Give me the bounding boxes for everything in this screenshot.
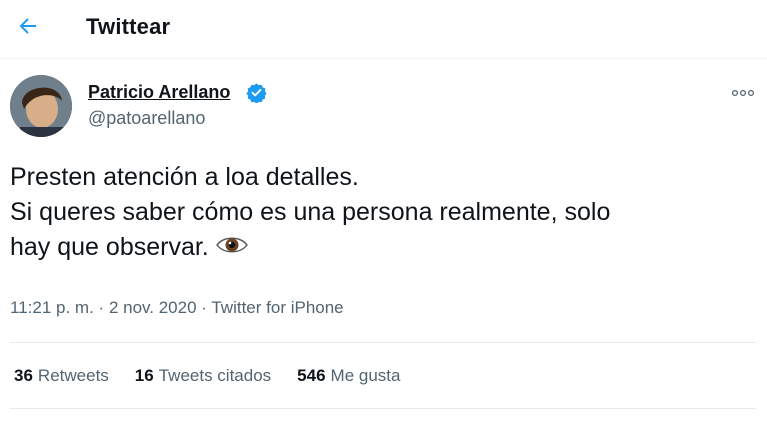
tweet-meta: 11:21 p. m. · 2 nov. 2020 · Twitter for … xyxy=(10,298,344,318)
tweet-line-2: Si queres saber cómo es una persona real… xyxy=(10,198,611,226)
author-handle[interactable]: @patoarellano xyxy=(88,108,205,129)
back-button[interactable] xyxy=(10,8,46,44)
likes-count: 546 xyxy=(297,366,326,385)
quotes-count: 16 xyxy=(134,366,154,385)
divider xyxy=(10,342,756,343)
avatar[interactable] xyxy=(10,75,72,137)
more-options-icon xyxy=(731,89,755,97)
meta-separator: · xyxy=(201,298,207,317)
tweet-source[interactable]: Twitter for iPhone xyxy=(211,298,343,317)
eye-emoji-icon xyxy=(215,231,249,266)
meta-separator: · xyxy=(98,298,105,317)
tweet-line-3-text: hay que observar. xyxy=(10,233,209,261)
arrow-left-icon xyxy=(19,18,36,34)
avatar-image xyxy=(10,75,72,137)
retweets-count: 36 xyxy=(14,366,33,385)
header-bar: Twittear xyxy=(0,0,767,59)
tweet-time[interactable]: 11:21 p. m. xyxy=(10,298,94,317)
likes-stat[interactable]: 546 Me gusta xyxy=(297,366,400,386)
tweet-date[interactable]: 2 nov. 2020 xyxy=(109,298,197,317)
verified-badge-icon xyxy=(246,82,267,104)
more-options-button[interactable] xyxy=(728,84,758,102)
retweets-stat[interactable]: 36 Retweets xyxy=(14,366,109,386)
retweets-label: Retweets xyxy=(37,366,109,385)
divider xyxy=(10,408,756,409)
tweet-stats: 36 Retweets 16 Tweets citados 546 Me gusta xyxy=(14,366,400,386)
tweet-line-3: hay que observar. xyxy=(10,230,750,266)
quote-tweets-stat[interactable]: 16 Tweets citados xyxy=(135,366,271,386)
likes-label: Me gusta xyxy=(330,366,401,385)
tweet-text: Presten atención a loa detalles. Si quer… xyxy=(10,160,750,266)
author-name[interactable]: Patricio Arellano xyxy=(88,82,230,103)
tweet-line-1: Presten atención a loa detalles. xyxy=(10,163,359,191)
page-title: Twittear xyxy=(86,14,171,39)
quotes-label: Tweets citados xyxy=(158,366,272,385)
